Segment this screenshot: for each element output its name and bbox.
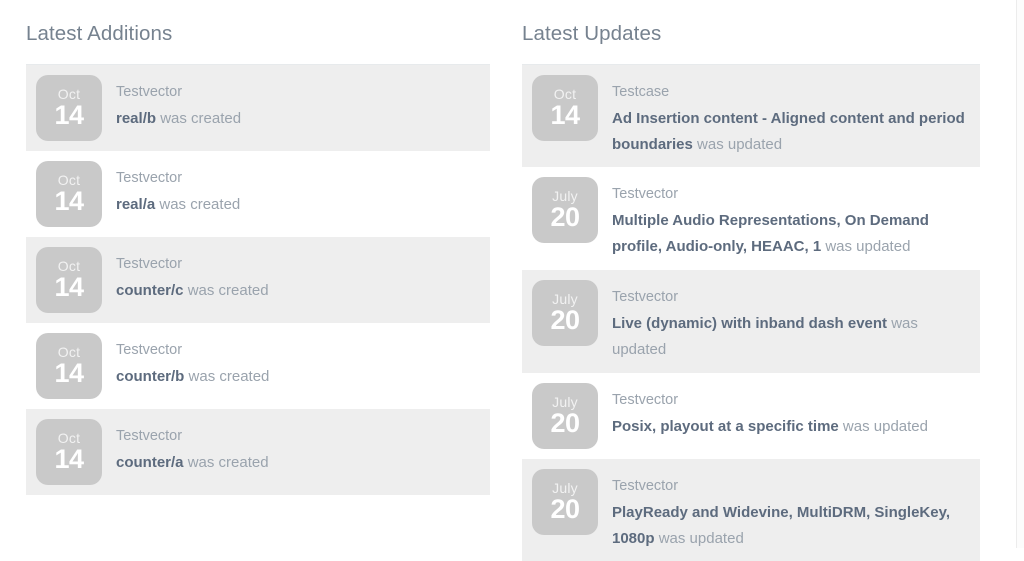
list-item[interactable]: Oct 14 Testcase Ad Insertion content - A… [522,64,980,168]
date-day: 20 [550,493,580,524]
list-item[interactable]: Oct 14 Testvector counter/a was created [26,408,490,495]
date-badge: Oct 14 [532,74,598,141]
item-kind: Testvector [612,186,679,203]
item-kind: Testvector [116,255,183,272]
date-month: July [552,479,578,496]
item-kind: Testvector [116,169,183,186]
date-month: July [552,393,578,410]
date-month: Oct [553,85,577,102]
item-kind: Testvector [116,341,183,358]
item-action: was created [159,195,241,213]
item-text: real/a was created [116,196,240,213]
item-action: was updated [842,417,928,435]
item-body: Testvector counter/c was created [116,247,482,304]
date-day: 14 [54,185,84,216]
item-link[interactable]: counter/b [116,368,184,385]
date-badge: Oct 14 [36,160,102,227]
item-kind: Testcase [612,83,670,100]
list-item[interactable]: July 20 Testvector PlayReady and Widevin… [522,458,980,561]
latest-updates-title: Latest Updates [522,22,662,45]
item-action: was created [187,453,269,471]
date-day: 20 [550,202,580,233]
item-link[interactable]: Ad Insertion content - Aligned content a… [612,110,965,153]
date-day: 14 [54,99,84,130]
latest-additions-column: Latest Additions Oct 14 Testvector real/… [0,0,506,561]
date-day: 14 [54,357,84,388]
item-kind: Testvector [612,477,679,494]
item-body: Testcase Ad Insertion content - Aligned … [612,75,972,158]
list-item[interactable]: July 20 Testvector Multiple Audio Repres… [522,167,980,271]
date-day: 20 [550,407,580,438]
item-text: counter/c was created [116,282,269,299]
item-body: Testvector real/a was created [116,161,482,218]
item-action: was updated [658,529,744,547]
item-link[interactable]: real/a [116,196,155,213]
page-right-edge-line [1016,0,1017,548]
date-badge: Oct 14 [36,74,102,141]
item-link[interactable]: counter/a [116,454,184,471]
item-text: counter/b was created [116,368,269,385]
item-action: was created [160,109,242,127]
item-body: Testvector Live (dynamic) with inband da… [612,280,972,363]
date-badge: Oct 14 [36,418,102,485]
item-kind: Testvector [116,427,183,444]
latest-additions-list: Oct 14 Testvector real/b was created Oct… [26,64,490,495]
item-text: Posix, playout at a specific time was up… [612,418,928,435]
date-month: Oct [57,171,81,188]
item-body: Testvector counter/b was created [116,333,482,390]
latest-updates-list: Oct 14 Testcase Ad Insertion content - A… [522,64,980,561]
list-item[interactable]: July 20 Testvector Live (dynamic) with i… [522,270,980,373]
list-item[interactable]: Oct 14 Testvector counter/c was created [26,236,490,323]
item-action: was updated [825,238,911,256]
date-badge: Oct 14 [36,246,102,313]
item-body: Testvector Multiple Audio Representation… [612,177,972,260]
date-day: 14 [54,443,84,474]
activity-board: Latest Additions Oct 14 Testvector real/… [0,0,1012,561]
date-badge: July 20 [532,468,598,535]
item-action: was created [187,281,269,299]
date-badge: July 20 [532,177,598,244]
date-badge: July 20 [532,382,598,449]
item-text: Ad Insertion content - Aligned content a… [612,110,965,153]
page-right-gutter [1017,0,1024,548]
list-item[interactable]: Oct 14 Testvector real/b was created [26,64,490,151]
latest-additions-title: Latest Additions [26,22,173,45]
date-day: 14 [54,271,84,302]
item-text: counter/a was created [116,454,269,471]
item-body: Testvector real/b was created [116,75,482,132]
date-month: July [552,291,578,308]
item-text: Live (dynamic) with inband dash event wa… [612,315,918,358]
item-link[interactable]: counter/c [116,282,184,299]
date-month: Oct [57,257,81,274]
date-month: Oct [57,85,81,102]
date-month: July [552,188,578,205]
list-item[interactable]: July 20 Testvector Posix, playout at a s… [522,372,980,459]
item-text: PlayReady and Widevine, MultiDRM, Single… [612,504,950,547]
date-day: 20 [550,305,580,336]
date-badge: Oct 14 [36,332,102,399]
item-kind: Testvector [116,83,183,100]
latest-updates-column: Latest Updates Oct 14 Testcase Ad Insert… [506,0,1012,561]
item-action: was created [188,367,270,385]
item-text: Multiple Audio Representations, On Deman… [612,212,929,255]
item-kind: Testvector [612,391,679,408]
item-body: Testvector Posix, playout at a specific … [612,383,972,440]
list-item[interactable]: Oct 14 Testvector real/a was created [26,150,490,237]
date-badge: July 20 [532,280,598,347]
list-item[interactable]: Oct 14 Testvector counter/b was created [26,322,490,409]
item-text: real/b was created [116,110,241,127]
date-month: Oct [57,343,81,360]
item-body: Testvector PlayReady and Widevine, Multi… [612,469,972,552]
item-link[interactable]: Live (dynamic) with inband dash event [612,315,887,332]
item-link[interactable]: Posix, playout at a specific time [612,418,839,435]
date-day: 14 [550,99,580,130]
item-link[interactable]: real/b [116,110,156,127]
date-month: Oct [57,429,81,446]
item-kind: Testvector [612,289,679,306]
item-body: Testvector counter/a was created [116,419,482,476]
item-action: was updated [697,135,783,153]
